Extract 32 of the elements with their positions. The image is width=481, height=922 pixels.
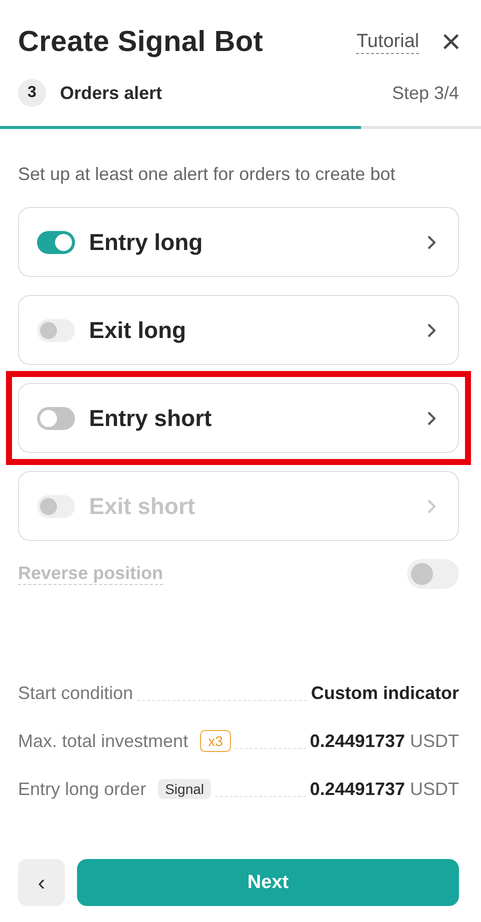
step-counter: Step 3/4 bbox=[392, 82, 459, 104]
summary-value: 0.24491737 bbox=[310, 778, 405, 800]
tutorial-link[interactable]: Tutorial bbox=[356, 30, 420, 54]
toggle-switch[interactable] bbox=[37, 406, 75, 430]
chevron-right-icon bbox=[427, 322, 436, 338]
step-title: Orders alert bbox=[60, 82, 164, 104]
summary-badge: Signal bbox=[158, 779, 211, 799]
alert-label: Entry long bbox=[89, 228, 204, 256]
alert-label: Exit long bbox=[89, 316, 188, 344]
chevron-right-icon bbox=[427, 410, 436, 426]
alert-label: Entry short bbox=[89, 404, 213, 432]
step-number: 3 bbox=[18, 79, 46, 107]
toggle-switch[interactable] bbox=[37, 230, 75, 254]
summary-label: Max. total investment bbox=[18, 730, 188, 752]
summary-unit: USDT bbox=[410, 730, 459, 752]
summary-label: Start condition bbox=[18, 682, 134, 704]
dialog-title: Create Signal Bot bbox=[18, 26, 264, 58]
close-button[interactable]: × bbox=[439, 28, 463, 56]
alert-card[interactable]: Entry long bbox=[18, 207, 459, 277]
chevron-right-icon bbox=[427, 498, 436, 514]
back-button[interactable]: ‹ bbox=[18, 859, 65, 906]
summary-label: Entry long order bbox=[18, 778, 146, 800]
summary-unit: USDT bbox=[410, 778, 459, 800]
alert-card[interactable]: Entry short bbox=[18, 383, 459, 453]
summary-value: 0.24491737 bbox=[310, 730, 405, 752]
alert-label: Exit short bbox=[89, 492, 196, 520]
instruction-text: Set up at least one alert for orders to create bot bbox=[18, 163, 396, 186]
summary-value: Custom indicator bbox=[310, 682, 459, 704]
alert-card[interactable]: Exit long bbox=[18, 295, 459, 365]
reverse-position-label: Reverse position bbox=[18, 563, 164, 585]
chevron-right-icon bbox=[427, 234, 436, 250]
summary-badge: x3 bbox=[200, 730, 231, 752]
